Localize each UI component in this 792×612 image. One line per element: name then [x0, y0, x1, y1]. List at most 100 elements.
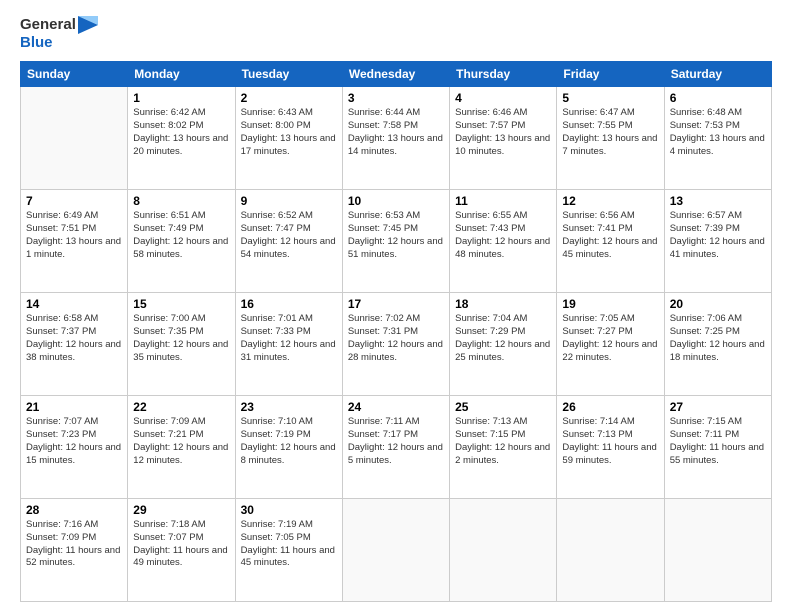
day-number: 21	[26, 400, 122, 414]
calendar-week-2: 7 Sunrise: 6:49 AM Sunset: 7:51 PM Daylig…	[21, 190, 772, 293]
day-number: 17	[348, 297, 444, 311]
day-info: Sunrise: 7:11 AM Sunset: 7:17 PM Dayligh…	[348, 416, 444, 467]
day-number: 28	[26, 503, 122, 517]
calendar-cell: 19Sunrise: 7:05 AM Sunset: 7:27 PM Dayli…	[557, 293, 664, 396]
day-number: 14	[26, 297, 122, 311]
calendar-cell: 16 Sunrise: 7:01 AM Sunset: 7:33 PM Dayli…	[235, 293, 342, 396]
header: General Blue	[20, 16, 772, 51]
calendar-cell: 14 Sunrise: 6:58 AM Sunset: 7:37 PM Dayli…	[21, 293, 128, 396]
logo-blue: Blue	[20, 34, 53, 51]
day-info: Sunrise: 6:57 AM Sunset: 7:39 PM Dayligh…	[670, 210, 766, 261]
weekday-header-saturday: Saturday	[664, 62, 771, 87]
day-info: Sunrise: 6:52 AM Sunset: 7:47 PM Dayligh…	[241, 210, 337, 261]
day-number: 18	[455, 297, 551, 311]
weekday-header-friday: Friday	[557, 62, 664, 87]
calendar-cell: 18 Sunrise: 7:04 AM Sunset: 7:29 PM Dayli…	[450, 293, 557, 396]
calendar-cell: 1Sunrise: 6:42 AM Sunset: 8:02 PM Daylig…	[128, 87, 235, 190]
weekday-header-tuesday: Tuesday	[235, 62, 342, 87]
calendar-cell: 12 Sunrise: 6:56 AM Sunset: 7:41 PM Dayli…	[557, 190, 664, 293]
day-number: 24	[348, 400, 444, 414]
day-info: Sunrise: 7:00 AM Sunset: 7:35 PM Dayligh…	[133, 313, 229, 364]
day-number: 23	[241, 400, 337, 414]
day-info: Sunrise: 7:02 AM Sunset: 7:31 PM Dayligh…	[348, 313, 444, 364]
day-number: 22	[133, 400, 229, 414]
weekday-header-sunday: Sunday	[21, 62, 128, 87]
day-number: 4	[455, 91, 551, 105]
day-number: 6	[670, 91, 766, 105]
day-number: 20	[670, 297, 766, 311]
day-number: 8	[133, 194, 229, 208]
calendar-cell: 22 Sunrise: 7:09 AM Sunset: 7:21 PM Dayli…	[128, 396, 235, 499]
calendar-header-row: SundayMondayTuesdayWednesdayThursdayFrid…	[21, 62, 772, 87]
day-number: 12	[562, 194, 658, 208]
day-info: Sunrise: 6:43 AM Sunset: 8:00 PM Dayligh…	[241, 107, 337, 158]
day-number: 9	[241, 194, 337, 208]
calendar-cell: 30 Sunrise: 7:19 AM Sunset: 7:05 PM Dayli…	[235, 499, 342, 602]
calendar-cell	[450, 499, 557, 602]
day-number: 26	[562, 400, 658, 414]
day-number: 30	[241, 503, 337, 517]
calendar-cell: 21 Sunrise: 7:07 AM Sunset: 7:23 PM Dayli…	[21, 396, 128, 499]
calendar-cell: 4Sunrise: 6:46 AM Sunset: 7:57 PM Daylig…	[450, 87, 557, 190]
calendar-cell: 20 Sunrise: 7:06 AM Sunset: 7:25 PM Dayli…	[664, 293, 771, 396]
day-number: 10	[348, 194, 444, 208]
calendar-cell: 9 Sunrise: 6:52 AM Sunset: 7:47 PM Daylig…	[235, 190, 342, 293]
calendar-cell: 27 Sunrise: 7:15 AM Sunset: 7:11 PM Dayli…	[664, 396, 771, 499]
calendar-cell: 24 Sunrise: 7:11 AM Sunset: 7:17 PM Dayli…	[342, 396, 449, 499]
day-info: Sunrise: 7:19 AM Sunset: 7:05 PM Dayligh…	[241, 519, 337, 570]
day-info: Sunrise: 7:07 AM Sunset: 7:23 PM Dayligh…	[26, 416, 122, 467]
day-info: Sunrise: 6:51 AM Sunset: 7:49 PM Dayligh…	[133, 210, 229, 261]
calendar-cell: 13 Sunrise: 6:57 AM Sunset: 7:39 PM Dayli…	[664, 190, 771, 293]
calendar-cell	[664, 499, 771, 602]
day-info: Sunrise: 7:13 AM Sunset: 7:15 PM Dayligh…	[455, 416, 551, 467]
day-info: Sunrise: 7:15 AM Sunset: 7:11 PM Dayligh…	[670, 416, 766, 467]
day-info: Sunrise: 6:56 AM Sunset: 7:41 PM Dayligh…	[562, 210, 658, 261]
calendar-cell	[342, 499, 449, 602]
day-info: Sunrise: 6:53 AM Sunset: 7:45 PM Dayligh…	[348, 210, 444, 261]
calendar-cell: 7 Sunrise: 6:49 AM Sunset: 7:51 PM Daylig…	[21, 190, 128, 293]
calendar-week-3: 14 Sunrise: 6:58 AM Sunset: 7:37 PM Dayli…	[21, 293, 772, 396]
day-number: 25	[455, 400, 551, 414]
day-info: Sunrise: 6:48 AM Sunset: 7:53 PM Dayligh…	[670, 107, 766, 158]
day-number: 5	[562, 91, 658, 105]
day-number: 19	[562, 297, 658, 311]
day-number: 16	[241, 297, 337, 311]
day-number: 2	[241, 91, 337, 105]
calendar-cell	[557, 499, 664, 602]
day-info: Sunrise: 7:01 AM Sunset: 7:33 PM Dayligh…	[241, 313, 337, 364]
day-info: Sunrise: 7:06 AM Sunset: 7:25 PM Dayligh…	[670, 313, 766, 364]
calendar-cell: 23Sunrise: 7:10 AM Sunset: 7:19 PM Dayli…	[235, 396, 342, 499]
day-number: 11	[455, 194, 551, 208]
calendar-week-5: 28 Sunrise: 7:16 AM Sunset: 7:09 PM Dayli…	[21, 499, 772, 602]
day-info: Sunrise: 7:16 AM Sunset: 7:09 PM Dayligh…	[26, 519, 122, 570]
day-number: 3	[348, 91, 444, 105]
day-info: Sunrise: 7:04 AM Sunset: 7:29 PM Dayligh…	[455, 313, 551, 364]
page: General Blue SundayMondayTuesdayWednesda…	[0, 0, 792, 612]
logo-shape: General Blue	[20, 16, 98, 51]
logo-general: General	[20, 16, 76, 33]
day-info: Sunrise: 7:18 AM Sunset: 7:07 PM Dayligh…	[133, 519, 229, 570]
day-info: Sunrise: 6:42 AM Sunset: 8:02 PM Dayligh…	[133, 107, 229, 158]
day-number: 27	[670, 400, 766, 414]
calendar-cell: 10 Sunrise: 6:53 AM Sunset: 7:45 PM Dayli…	[342, 190, 449, 293]
logo: General Blue	[20, 16, 98, 51]
calendar-cell: 15 Sunrise: 7:00 AM Sunset: 7:35 PM Dayli…	[128, 293, 235, 396]
weekday-header-wednesday: Wednesday	[342, 62, 449, 87]
calendar-cell: 25 Sunrise: 7:13 AM Sunset: 7:15 PM Dayli…	[450, 396, 557, 499]
calendar-cell: 2 Sunrise: 6:43 AM Sunset: 8:00 PM Daylig…	[235, 87, 342, 190]
calendar-cell: 28 Sunrise: 7:16 AM Sunset: 7:09 PM Dayli…	[21, 499, 128, 602]
day-info: Sunrise: 6:58 AM Sunset: 7:37 PM Dayligh…	[26, 313, 122, 364]
calendar-cell: 6 Sunrise: 6:48 AM Sunset: 7:53 PM Daylig…	[664, 87, 771, 190]
day-number: 13	[670, 194, 766, 208]
day-number: 7	[26, 194, 122, 208]
day-number: 15	[133, 297, 229, 311]
calendar-cell: 17 Sunrise: 7:02 AM Sunset: 7:31 PM Dayli…	[342, 293, 449, 396]
calendar-cell: 26 Sunrise: 7:14 AM Sunset: 7:13 PM Dayli…	[557, 396, 664, 499]
day-info: Sunrise: 6:47 AM Sunset: 7:55 PM Dayligh…	[562, 107, 658, 158]
day-info: Sunrise: 6:44 AM Sunset: 7:58 PM Dayligh…	[348, 107, 444, 158]
day-info: Sunrise: 7:14 AM Sunset: 7:13 PM Dayligh…	[562, 416, 658, 467]
day-info: Sunrise: 7:09 AM Sunset: 7:21 PM Dayligh…	[133, 416, 229, 467]
calendar-table: SundayMondayTuesdayWednesdayThursdayFrid…	[20, 61, 772, 602]
day-info: Sunrise: 6:49 AM Sunset: 7:51 PM Dayligh…	[26, 210, 122, 261]
day-number: 29	[133, 503, 229, 517]
